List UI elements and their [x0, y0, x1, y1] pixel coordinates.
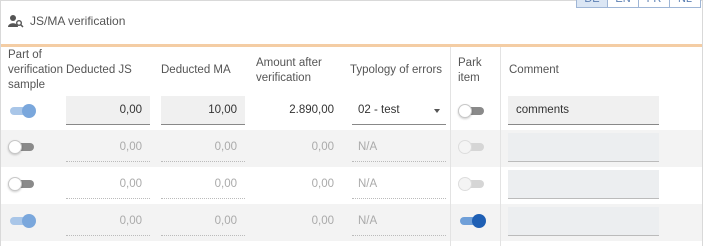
- comment-field: [508, 170, 659, 199]
- column-separator: [500, 47, 501, 246]
- deducted-ma-input[interactable]: 10,00: [161, 96, 245, 125]
- comment-input[interactable]: comments: [508, 96, 659, 125]
- sample-toggle[interactable]: [8, 177, 36, 191]
- header-comment: Comment: [509, 64, 559, 76]
- section-header: JS/MA verification: [8, 14, 125, 28]
- deducted-js-value: 0,00: [66, 207, 150, 236]
- language-switcher: DE EN FR NL: [576, 0, 701, 8]
- section-title: JS/MA verification: [30, 14, 126, 28]
- header-amount-after: Amount after verification: [256, 57, 322, 84]
- typology-selected: 02 - test: [358, 104, 400, 116]
- lang-nl-button[interactable]: NL: [670, 0, 701, 8]
- deducted-ma-value: 0,00: [161, 170, 245, 199]
- deducted-js-input[interactable]: 0,00: [66, 96, 150, 125]
- header-park-item: Park item: [458, 57, 482, 84]
- deducted-ma-value: 0,00: [161, 207, 245, 236]
- sample-toggle[interactable]: [8, 140, 36, 154]
- lang-de-button[interactable]: DE: [576, 0, 608, 8]
- comment-field: [508, 133, 659, 162]
- lang-en-button[interactable]: EN: [608, 0, 639, 8]
- park-toggle[interactable]: [458, 104, 486, 118]
- typology-value: N/A: [352, 170, 446, 199]
- comment-field: [508, 207, 659, 236]
- sample-toggle[interactable]: [8, 214, 36, 228]
- lang-fr-button[interactable]: FR: [639, 0, 670, 8]
- amount-after-value: 0,00: [311, 215, 334, 227]
- park-toggle: [458, 177, 486, 191]
- amount-after-value: 2.890,00: [289, 104, 334, 116]
- section-divider: [1, 44, 702, 47]
- deducted-js-value: 0,00: [66, 133, 150, 162]
- deducted-ma-value: 0,00: [161, 133, 245, 162]
- table-row: [1, 241, 702, 246]
- typology-select[interactable]: 02 - test: [352, 96, 446, 125]
- user-search-icon: [8, 15, 24, 28]
- typology-value: N/A: [352, 133, 446, 162]
- chevron-down-icon: [434, 109, 440, 113]
- amount-after-value: 0,00: [311, 141, 334, 153]
- park-toggle: [458, 140, 486, 154]
- header-typology: Typology of errors: [350, 64, 443, 76]
- typology-value: N/A: [352, 207, 446, 236]
- header-part-of-sample: Part of verification sample: [8, 49, 63, 91]
- park-toggle[interactable]: [458, 214, 486, 228]
- amount-after-value: 0,00: [311, 178, 334, 190]
- header-deducted-ma: Deducted MA: [161, 64, 231, 76]
- deducted-js-value: 0,00: [66, 170, 150, 199]
- column-separator: [450, 47, 451, 246]
- sample-toggle[interactable]: [8, 104, 36, 118]
- header-deducted-js: Deducted JS: [66, 64, 132, 76]
